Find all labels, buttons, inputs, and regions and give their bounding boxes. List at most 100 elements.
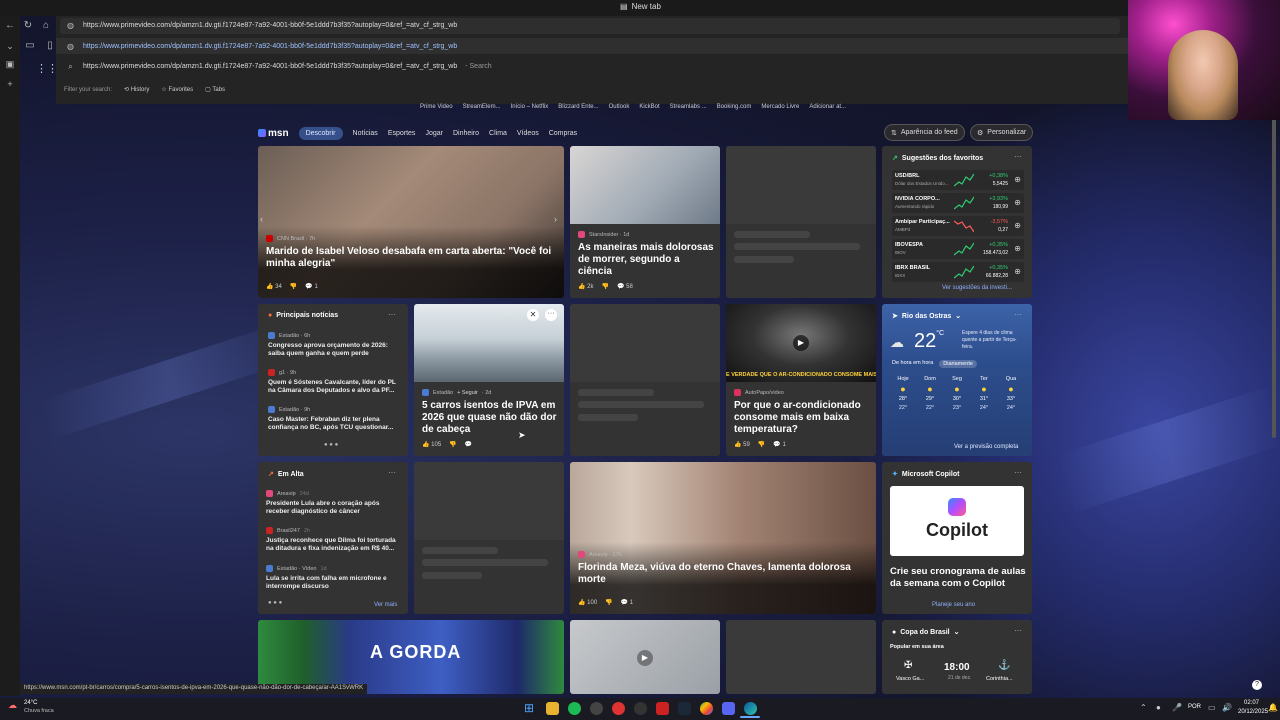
add-icon[interactable]: ⊕ <box>1014 175 1021 184</box>
hero-title[interactable]: Marido de Isabel Veloso desabafa em cart… <box>266 246 556 270</box>
cup-card[interactable]: ● Copa do Brasil ⌄ ··· Popular em sua área… <box>882 620 1032 694</box>
card-title[interactable]: Por que o ar-condicionado consome mais e… <box>734 400 870 436</box>
comment-icon[interactable]: 💬 <box>465 441 472 448</box>
filter-favorites[interactable]: ☆ Favorites <box>161 86 193 93</box>
windows-start-icon[interactable]: ⊞ <box>524 702 537 715</box>
tray-chevron-icon[interactable]: ⌃ <box>1140 703 1147 712</box>
address-text[interactable]: https://www.primevideo.com/dp/amzn1.dv.g… <box>83 22 457 29</box>
nav-videos[interactable]: Vídeos <box>517 130 539 137</box>
dislike-icon[interactable]: 👎 <box>601 283 608 290</box>
video-card[interactable]: ▶ <box>570 620 720 694</box>
add-icon[interactable]: ⊕ <box>1014 244 1021 253</box>
play-icon[interactable]: ▶ <box>637 650 653 666</box>
language-indicator[interactable]: POR <box>1188 704 1201 710</box>
app-icon[interactable] <box>656 702 669 715</box>
more-icon[interactable]: ··· <box>1014 468 1022 477</box>
finance-row[interactable]: NVIDIA CORPO... Aumentando rápido +3,93% 18… <box>892 193 1024 213</box>
edge-icon[interactable] <box>744 702 757 715</box>
list-item[interactable]: Estadão · Vídeo 1d Lula se irrita com fal… <box>266 565 402 591</box>
favorite-item[interactable]: Outlook <box>609 104 630 116</box>
florinda-card[interactable]: Areavip · 17h Florinda Meza, viúva do et… <box>570 462 876 614</box>
clock-time[interactable]: 02:07 <box>1244 700 1259 706</box>
favorite-item[interactable]: Início – Netflix <box>511 104 549 116</box>
more-icon[interactable]: ··· <box>388 468 396 477</box>
add-icon[interactable]: ⊕ <box>1014 198 1021 207</box>
card-title[interactable]: Florinda Meza, viúva do eterno Chaves, l… <box>578 562 868 586</box>
finance-row[interactable]: Ambipar Participaç... AMBP3 -3,57% 0,27 ⊕ <box>892 216 1024 236</box>
back-icon[interactable]: ← <box>4 20 16 32</box>
customize-button[interactable]: ⚙ Personalizar <box>970 124 1034 141</box>
comment-button[interactable]: 💬 1 <box>305 283 317 290</box>
more-icon[interactable]: ··· <box>545 309 557 321</box>
collapse-icon[interactable]: ⌄ <box>4 40 16 52</box>
tab-new[interactable]: ▤ New tab <box>620 2 661 11</box>
like-button[interactable]: 👍 100 <box>578 599 597 606</box>
forecast-day[interactable]: Hoje ● 28° 22° <box>890 376 916 411</box>
suggestion-item[interactable]: ◍ https://www.primevideo.com/dp/amzn1.dv… <box>66 42 457 51</box>
nav-descobrir[interactable]: Descobrir <box>298 126 343 140</box>
banner-card[interactable]: A GORDA <box>258 620 564 694</box>
weather-card[interactable]: ➤ Rio das Ostras ⌄ ··· ☁ 22°C Espere 4 dia… <box>882 304 1032 456</box>
plan-year-link[interactable]: Planeje seu ano <box>932 602 975 608</box>
nav-noticias[interactable]: Notícias <box>353 130 378 137</box>
like-button[interactable]: 👍 59 <box>734 441 750 448</box>
like-button[interactable]: 👍 105 <box>422 441 441 448</box>
home-icon[interactable]: ⌂ <box>40 20 52 32</box>
nav-compras[interactable]: Compras <box>549 130 577 137</box>
tray-app-icon[interactable]: ● <box>1156 703 1161 712</box>
add-icon[interactable]: ⊕ <box>1014 267 1021 276</box>
filter-history[interactable]: ⟲ History <box>124 86 149 93</box>
weather-widget-temp[interactable]: 24°C <box>24 700 37 706</box>
play-icon[interactable]: ▶ <box>793 335 809 351</box>
dislike-icon[interactable]: 👎 <box>290 283 297 290</box>
favorite-item[interactable]: Streamlabs ... <box>670 104 707 116</box>
refresh-icon[interactable]: ↻ <box>22 20 34 32</box>
settings-app-icon[interactable] <box>590 702 603 715</box>
dislike-icon[interactable]: 👎 <box>449 441 456 448</box>
favorite-item[interactable]: KickBot <box>639 104 659 116</box>
forecast-day[interactable]: Qua ● 33° 24° <box>998 376 1024 411</box>
card-title[interactable]: As maneiras mais dolorosas de morrer, se… <box>578 242 714 278</box>
forecast-day[interactable]: Ter ● 31° 24° <box>971 376 997 411</box>
dislike-icon[interactable]: 👎 <box>758 441 765 448</box>
msn-logo[interactable]: msn <box>258 128 289 139</box>
ipva-card[interactable]: ✕ ··· Estadão + Seguir · 2d 5 carros isent… <box>414 304 564 456</box>
tab-hourly[interactable]: De hora em hora <box>892 360 933 368</box>
more-icon[interactable]: ··· <box>1014 626 1022 635</box>
news-card[interactable]: StarsInsider · 1d As maneiras mais dolor… <box>570 146 720 298</box>
list-item[interactable]: g1 · 9h Quem é Sóstenes Cavalcante, líde… <box>268 369 402 395</box>
comment-button[interactable]: 💬 58 <box>617 283 633 290</box>
store-icon[interactable] <box>722 702 735 715</box>
carousel-prev-icon[interactable]: ‹ <box>260 214 263 224</box>
tab-list-icon[interactable]: ▣ <box>4 58 16 70</box>
card-title[interactable]: 5 carros isentos de IPVA em 2026 que qua… <box>422 400 558 436</box>
finance-row[interactable]: IBOVESPA IBOV +0,35% 158.473,02 ⊕ <box>892 239 1024 259</box>
more-icon[interactable]: ··· <box>388 310 396 319</box>
favorite-item[interactable]: Blizzard Ente... <box>558 104 598 116</box>
hero-card[interactable]: ‹ › CNN Brasil · 7h Marido de Isabel Vel… <box>258 146 564 298</box>
tab-daily[interactable]: Diariamente <box>939 360 977 368</box>
nav-dinheiro[interactable]: Dinheiro <box>453 130 479 137</box>
copilot-card[interactable]: ✦ Microsoft Copilot ··· Copilot Crie seu … <box>882 462 1032 614</box>
feed-appearance-button[interactable]: ⇅ Aparência do feed <box>884 124 965 141</box>
favorite-item[interactable]: Adicionar at... <box>809 104 846 116</box>
list-item[interactable]: Estadão · 6h Congresso aprova orçamento … <box>268 332 402 358</box>
forecast-day[interactable]: Dom ● 29° 22° <box>917 376 943 411</box>
forecast-day[interactable]: Seg ● 30° 23° <box>944 376 970 411</box>
help-icon[interactable]: ? <box>1252 680 1262 690</box>
weather-widget-icon[interactable]: ☁ <box>8 700 17 711</box>
dislike-icon[interactable]: 👎 <box>605 599 612 606</box>
full-forecast-link[interactable]: Ver a previsão completa <box>954 444 1018 450</box>
like-button[interactable]: 👍 34 <box>266 283 282 290</box>
list-item[interactable]: Brasil247 2h Justiça reconhece que Dilma … <box>266 527 402 553</box>
more-icon[interactable]: ··· <box>1014 152 1022 161</box>
favorite-item[interactable]: Booking.com <box>717 104 752 116</box>
file-explorer-icon[interactable] <box>546 702 559 715</box>
workspace-icon[interactable]: ▯ <box>44 40 56 52</box>
address-input[interactable]: ◍ https://www.primevideo.com/dp/amzn1.dv… <box>66 21 457 30</box>
more-icon[interactable]: ··· <box>1014 310 1022 319</box>
follow-button[interactable]: + Seguir <box>457 390 478 396</box>
close-icon[interactable]: ✕ <box>527 309 539 321</box>
network-icon[interactable]: ▭ <box>1208 703 1216 712</box>
steam-icon[interactable] <box>678 702 691 715</box>
